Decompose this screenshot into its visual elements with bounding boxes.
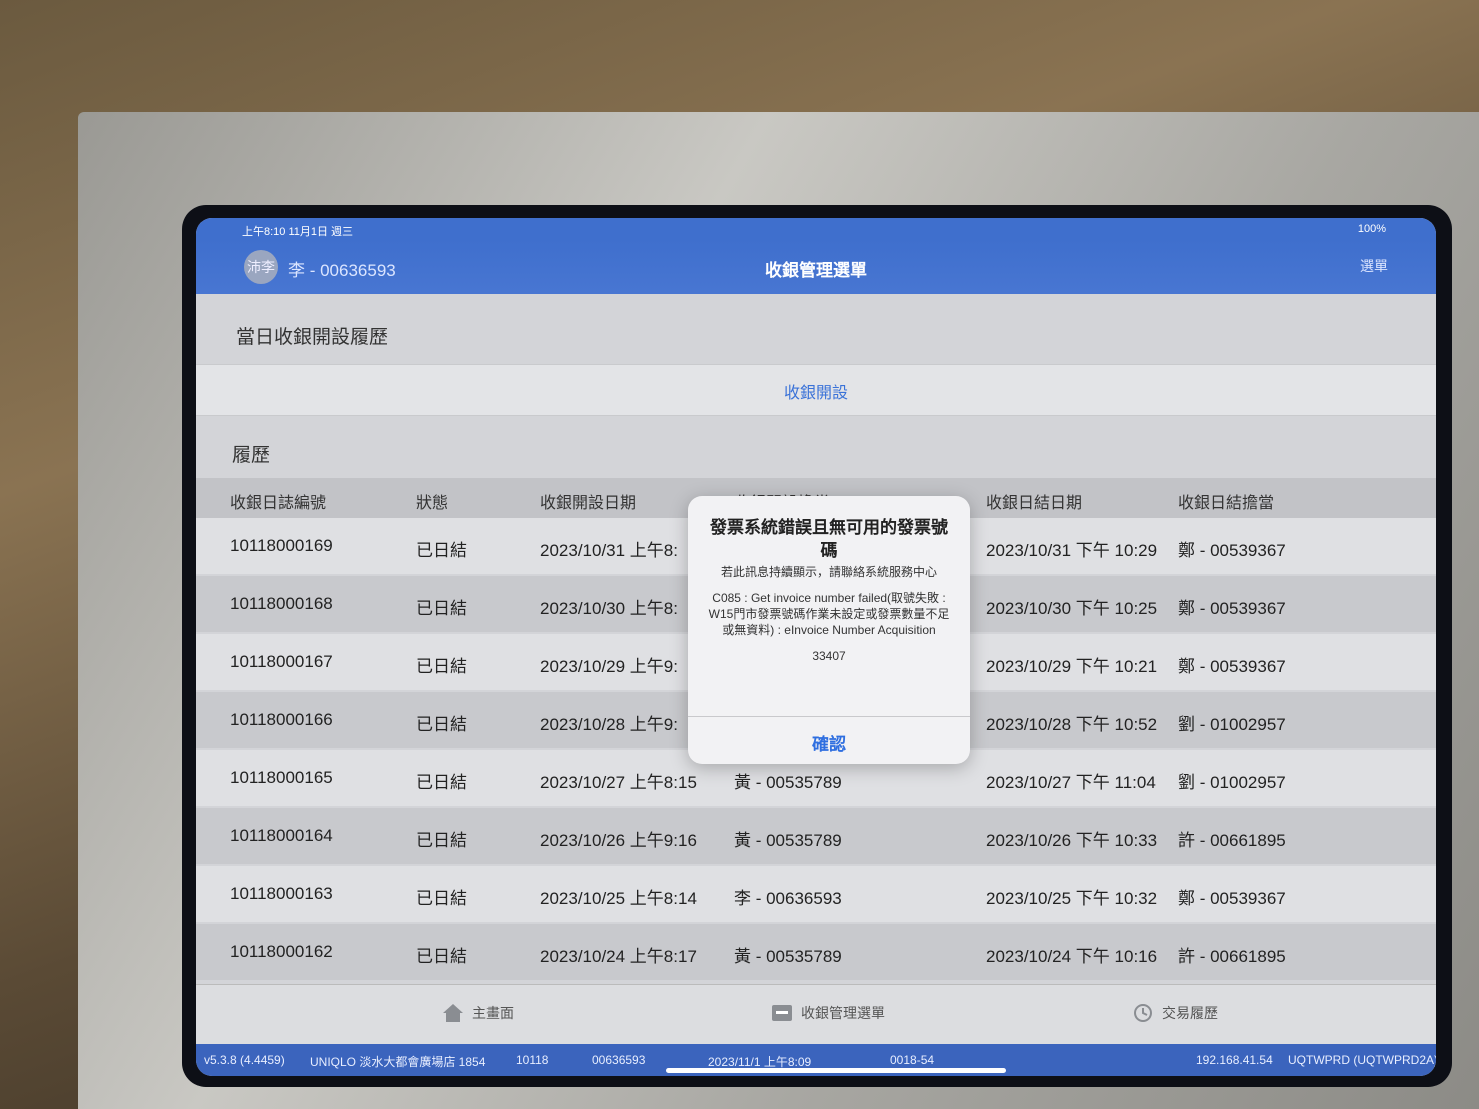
history-title: 履歷 [232,445,271,466]
cell-status: 已日結 [416,889,467,908]
confirm-button[interactable]: 確認 [688,730,970,755]
table-row[interactable]: 10118000162 已日結 2023/10/24 上午8:17 黃 - 00535… [196,924,1436,980]
staff-id: 00636593 [592,1053,646,1067]
alert-title: 發票系統錯誤且無可用的發票號碼 [710,518,948,560]
cell-status: 已日結 [416,947,467,966]
cell-close-staff: 鄭 - 00539367 [1178,889,1286,908]
cell-status: 已日結 [416,715,467,734]
cell-close-staff: 鄭 - 00539367 [1178,657,1286,676]
tab-cash-menu[interactable]: 收銀管理選單 [771,1003,885,1023]
cell-open-date: 2023/10/28 上午9: [540,715,678,734]
cell-close-date: 2023/10/31 下午 10:29 [986,541,1158,560]
cell-status: 已日結 [416,541,467,560]
home-icon [443,1004,463,1022]
alert-line-contact: 若此訊息持續顯示，請聯絡系統服務中心 [720,565,937,579]
cell-open-staff: 李 - 00636593 [734,889,842,908]
cell-journal-no: 10118000166 [230,710,333,729]
store-name: UNIQLO 淡水大都會廣場店 1854 [310,1055,486,1069]
alert-divider [688,716,970,717]
cell-close-staff: 劉 - 01002957 [1178,773,1286,792]
register-id: 0018-54 [890,1053,935,1067]
tab-history[interactable]: 交易履歷 [1132,1003,1218,1023]
status-time: 上午8:10 11月1日 週三 [242,226,354,238]
cell-status: 已日結 [416,773,467,792]
cell-status: 已日結 [416,831,467,850]
open-register-button[interactable]: 收銀開設 [196,379,1436,403]
cell-open-staff: 黃 - 00535789 [734,773,842,792]
cell-close-staff: 劉 - 01002957 [1178,715,1286,734]
menu-button[interactable]: 選單 [1360,256,1388,276]
alert-line-error: C085 : Get invoice number failed(取號失敗 : … [708,591,950,637]
cell-journal-no: 10118000164 [230,826,333,845]
ip-address: 192.168.41.54 [1196,1053,1273,1067]
cell-status: 已日結 [416,657,467,676]
cell-close-date: 2023/10/28 下午 10:52 [986,715,1158,734]
cell-journal-no: 10118000163 [230,884,333,903]
cell-close-staff: 許 - 00661895 [1178,831,1286,850]
cell-close-date: 2023/10/29 下午 10:21 [986,657,1158,676]
cell-open-staff: 黃 - 00535789 [734,947,842,966]
col-close-date: 收銀日結日期 [986,495,1083,512]
cell-open-date: 2023/10/31 上午8: [540,541,678,560]
cell-close-staff: 鄭 - 00539367 [1178,599,1286,618]
register-icon [772,1005,792,1021]
cell-close-date: 2023/10/25 下午 10:32 [986,889,1158,908]
cell-journal-no: 10118000168 [230,594,333,613]
app-version: v5.3.8 (4.4459) [204,1053,285,1067]
tab-home-label: 主畫面 [472,1005,514,1021]
cell-open-date: 2023/10/24 上午8:17 [540,947,697,966]
tab-home[interactable]: 主畫面 [442,1003,514,1023]
home-indicator[interactable] [666,1068,1006,1073]
tab-history-label: 交易履歷 [1162,1005,1218,1021]
tab-bar: 主畫面 收銀管理選單 交易履歷 [196,984,1436,1045]
col-close-staff: 收銀日結擔當 [1178,495,1275,512]
cell-close-date: 2023/10/30 下午 10:25 [986,599,1158,618]
cell-close-date: 2023/10/24 下午 10:16 [986,947,1158,966]
cell-journal-no: 10118000165 [230,768,333,787]
table-row[interactable]: 10118000163 已日結 2023/10/25 上午8:14 李 - 00636… [196,866,1436,922]
cell-open-date: 2023/10/27 上午8:15 [540,773,697,792]
cell-open-date: 2023/10/29 上午9: [540,657,678,676]
environment: UQTWPRD (UQTWPRD2A) [1288,1053,1436,1067]
cell-close-staff: 許 - 00661895 [1178,947,1286,966]
cell-close-date: 2023/10/26 下午 10:33 [986,831,1158,850]
cell-journal-no: 10118000169 [230,536,333,555]
tab-cash-menu-label: 收銀管理選單 [801,1005,885,1021]
battery-indicator: 100% [1357,223,1386,235]
cell-close-staff: 鄭 - 00539367 [1178,541,1286,560]
col-open-date: 收銀開設日期 [540,495,637,512]
cell-open-date: 2023/10/26 上午9:16 [540,831,697,850]
cell-status: 已日結 [416,599,467,618]
store-code: 10118 [516,1053,549,1067]
col-status: 狀態 [416,495,449,512]
open-register-row[interactable]: 收銀開設 [196,364,1436,416]
alert-error-code: 33407 [812,649,846,663]
page-title: 收銀管理選單 [765,261,867,280]
table-row[interactable]: 10118000164 已日結 2023/10/26 上午9:16 黃 - 00535… [196,808,1436,864]
cell-open-staff: 黃 - 00535789 [734,831,842,850]
error-alert-dialog: 發票系統錯誤且無可用的發票號碼 若此訊息持續顯示，請聯絡系統服務中心 C085 … [688,496,970,764]
info-bar: v5.3.8 (4.4459) UNIQLO 淡水大都會廣場店 1854 101… [196,1044,1436,1076]
cell-open-date: 2023/10/30 上午8: [540,599,678,618]
cell-journal-no: 10118000162 [230,942,333,961]
history-icon [1134,1004,1152,1022]
cell-close-date: 2023/10/27 下午 11:04 [986,773,1156,792]
section-title: 當日收銀開設履歷 [236,327,389,348]
nav-bar: 沛李 李 - 00636593 收銀管理選單 選單 [196,240,1436,294]
status-bar: 上午8:10 11月1日 週三 100% [196,218,1436,240]
alert-message: 若此訊息持續顯示，請聯絡系統服務中心 C085 : Get invoice nu… [704,564,954,674]
cell-open-date: 2023/10/25 上午8:14 [540,889,697,908]
cell-journal-no: 10118000167 [230,652,333,671]
col-journal-no: 收銀日誌編號 [230,495,327,512]
